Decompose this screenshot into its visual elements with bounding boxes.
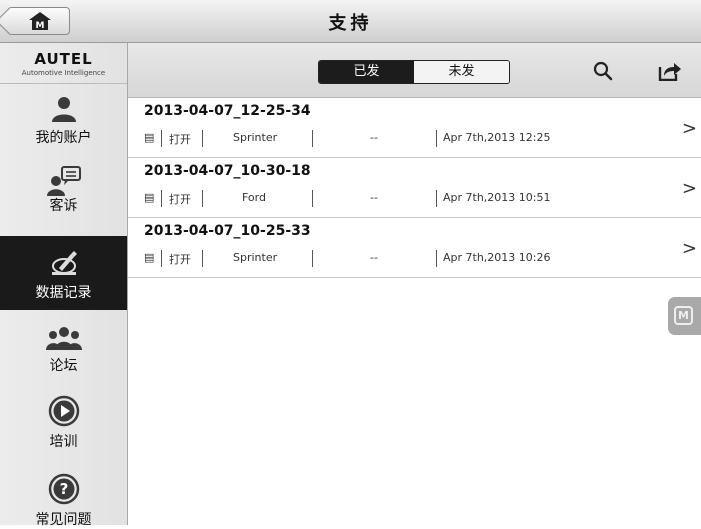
sidebar-item-label: 论坛 bbox=[49, 358, 78, 374]
sidebar-item-faq[interactable]: ? 常见问题 bbox=[0, 473, 127, 528]
open-link[interactable]: 打开 bbox=[169, 251, 191, 267]
sidebar-item-label: 数据记录 bbox=[35, 285, 92, 301]
open-file-icon: ▤ bbox=[144, 251, 155, 264]
sidebar-item-label: 我的账户 bbox=[35, 130, 92, 146]
open-file-icon: ▤ bbox=[144, 191, 155, 204]
floating-menu-label: M bbox=[674, 306, 693, 325]
play-icon bbox=[48, 395, 79, 427]
record-status: -- bbox=[370, 131, 378, 144]
svg-text:?: ? bbox=[59, 480, 68, 498]
record-time: Apr 7th,2013 10:26 bbox=[443, 251, 551, 264]
record-meta: ▤ 打开 Sprinter -- Apr 7th,2013 12:25 bbox=[144, 130, 684, 148]
complaint-icon bbox=[46, 166, 81, 196]
sidebar-item-my-account[interactable]: 我的账户 bbox=[0, 89, 127, 149]
open-file-icon: ▤ bbox=[144, 131, 155, 144]
toolbar: 已发 未发 bbox=[128, 43, 701, 98]
forum-icon bbox=[45, 327, 82, 350]
record-time: Apr 7th,2013 12:25 bbox=[443, 131, 551, 144]
search-icon[interactable] bbox=[593, 61, 613, 81]
record-title: 2013-04-07_10-25-33 bbox=[144, 223, 311, 239]
share-icon[interactable] bbox=[658, 61, 682, 81]
page-title: 支持 bbox=[328, 13, 373, 34]
sidebar-item-data-log[interactable]: 数据记录 bbox=[0, 236, 127, 310]
floating-menu-button[interactable]: M bbox=[668, 297, 701, 335]
account-icon bbox=[51, 97, 76, 122]
record-status: -- bbox=[370, 251, 378, 264]
list-item[interactable]: 2013-04-07_10-30-18 ▤ 打开 Ford -- Apr 7th… bbox=[128, 158, 701, 218]
record-title: 2013-04-07_10-30-18 bbox=[144, 163, 311, 179]
sidebar-item-label: 客诉 bbox=[49, 198, 78, 214]
autel-logo: AUTEL Automotive Intelligence bbox=[0, 43, 127, 84]
help-icon: ? bbox=[48, 473, 79, 505]
list-item[interactable]: 2013-04-07_12-25-34 ▤ 打开 Sprinter -- Apr… bbox=[128, 98, 701, 158]
record-title: 2013-04-07_12-25-34 bbox=[144, 103, 311, 119]
sidebar-item-label: 培训 bbox=[49, 434, 78, 450]
title-bar: M 支持 bbox=[0, 0, 701, 43]
record-status: -- bbox=[370, 191, 378, 204]
sidebar-item-label: 常见问题 bbox=[35, 512, 92, 528]
logo-name: AUTEL bbox=[34, 50, 93, 68]
record-vehicle: Ford bbox=[242, 191, 266, 204]
sidebar: AUTEL Automotive Intelligence 我的账户 客诉 数据… bbox=[0, 43, 128, 528]
chevron-right-icon[interactable]: > bbox=[682, 178, 697, 199]
open-link[interactable]: 打开 bbox=[169, 191, 191, 207]
chevron-right-icon[interactable]: > bbox=[682, 238, 697, 259]
open-link[interactable]: 打开 bbox=[169, 131, 191, 147]
record-time: Apr 7th,2013 10:51 bbox=[443, 191, 551, 204]
chevron-right-icon[interactable]: > bbox=[682, 118, 697, 139]
tab-unsent[interactable]: 未发 bbox=[414, 61, 509, 83]
logo-tagline: Automotive Intelligence bbox=[21, 69, 106, 77]
sidebar-item-forum[interactable]: 论坛 bbox=[0, 323, 127, 383]
list-item[interactable]: 2013-04-07_10-25-33 ▤ 打开 Sprinter -- Apr… bbox=[128, 218, 701, 278]
record-meta: ▤ 打开 Sprinter -- Apr 7th,2013 10:26 bbox=[144, 250, 684, 268]
sidebar-item-complaint[interactable]: 客诉 bbox=[0, 163, 127, 223]
record-vehicle: Sprinter bbox=[233, 251, 278, 264]
tab-sent[interactable]: 已发 bbox=[319, 61, 414, 83]
sidebar-item-training[interactable]: 培训 bbox=[0, 395, 127, 457]
record-meta: ▤ 打开 Ford -- Apr 7th,2013 10:51 bbox=[144, 190, 684, 208]
record-vehicle: Sprinter bbox=[233, 131, 278, 144]
data-record-list: 2013-04-07_12-25-34 ▤ 打开 Sprinter -- Apr… bbox=[128, 98, 701, 278]
sent-filter-segmented-control: 已发 未发 bbox=[318, 60, 510, 84]
data-log-icon bbox=[51, 251, 77, 275]
